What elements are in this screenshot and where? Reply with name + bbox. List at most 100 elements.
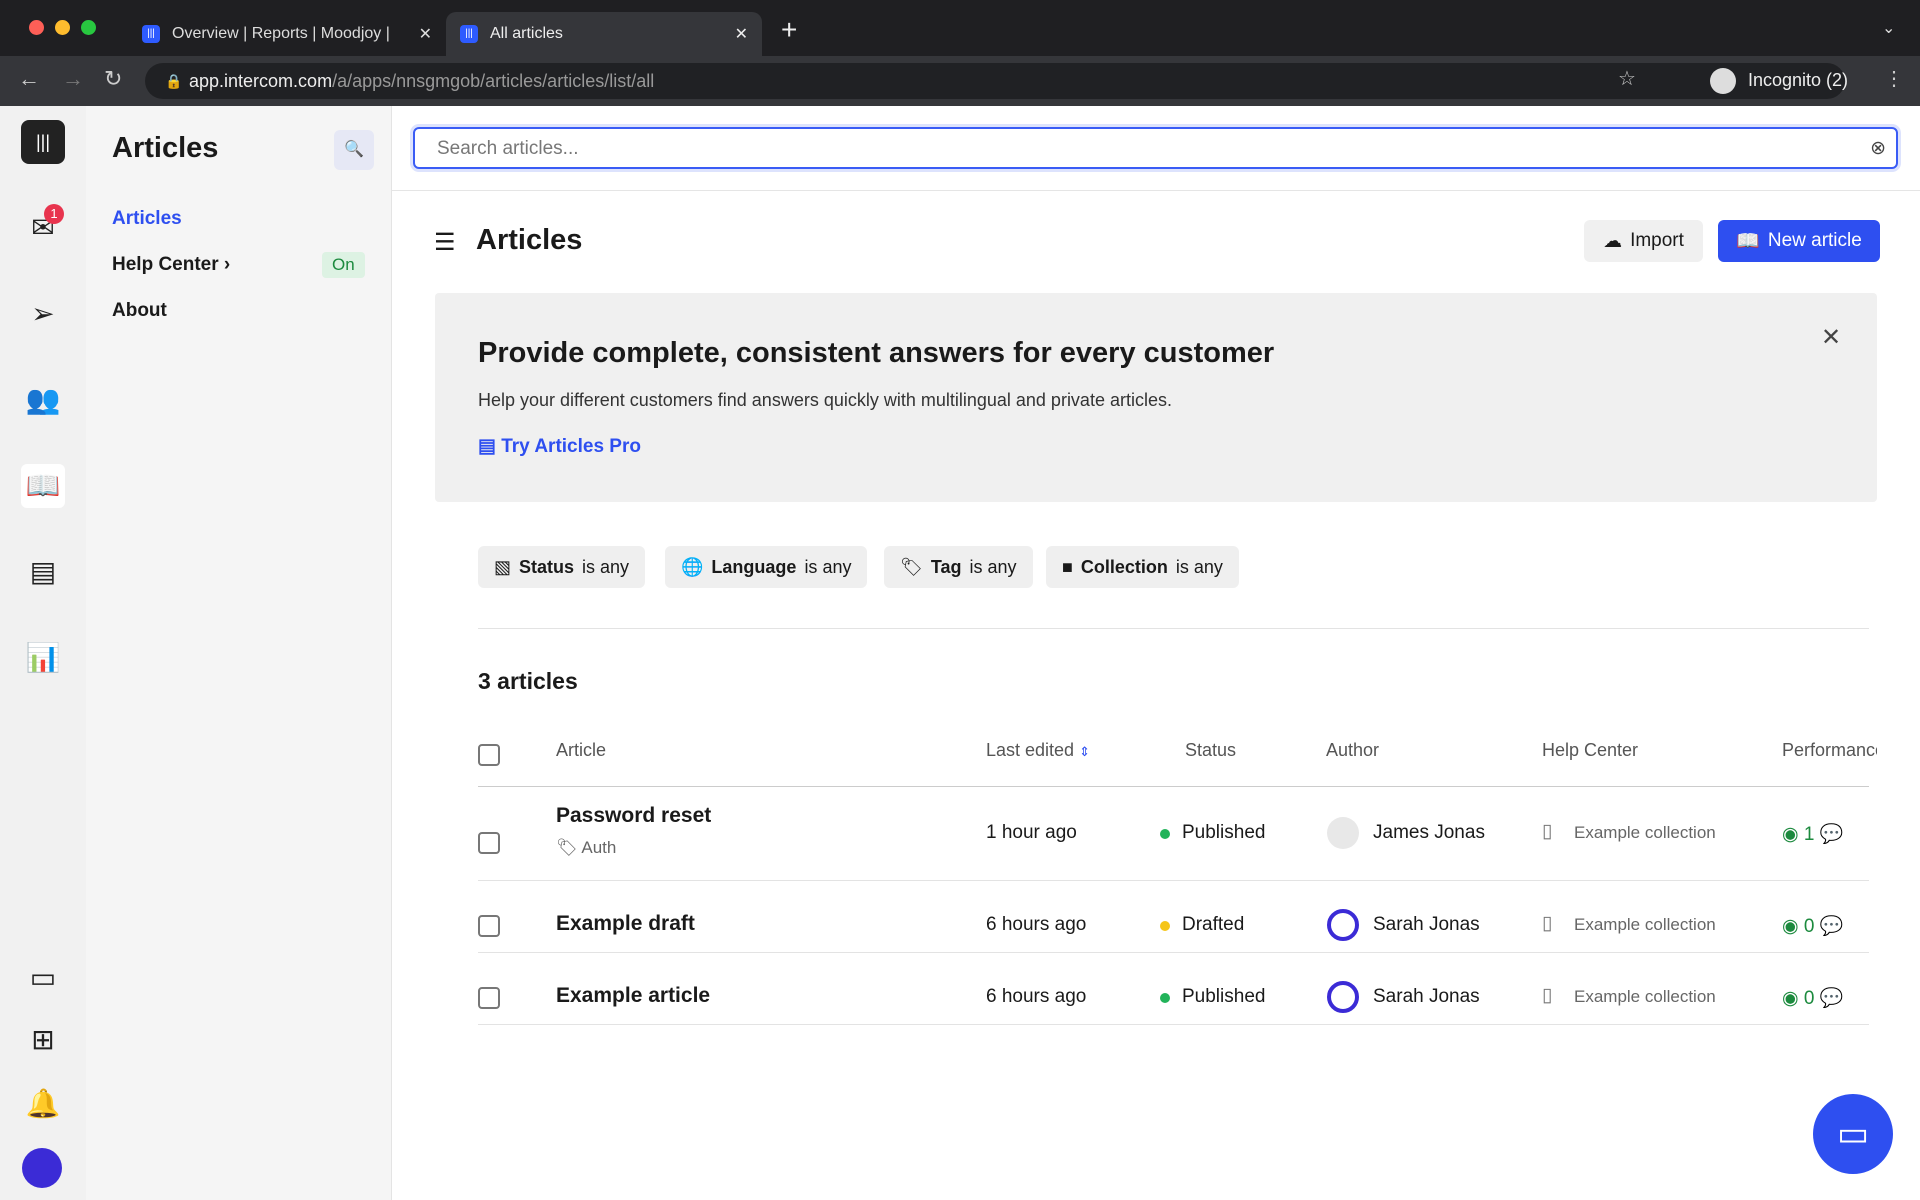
intercom-logo-icon[interactable]: |||	[21, 120, 65, 164]
profile-label[interactable]: Incognito (2)	[1748, 70, 1848, 91]
apps-icon[interactable]: ⊞	[21, 1018, 65, 1062]
bell-icon[interactable]: 🔔	[21, 1082, 65, 1126]
lock-icon: 🔒	[165, 73, 183, 89]
incognito-icon	[1710, 68, 1736, 94]
globe-icon: 🌐	[681, 556, 704, 577]
last-edited: 6 hours ago	[986, 986, 1087, 1007]
articles-book-icon[interactable]: 📖	[21, 464, 65, 508]
column-header-article[interactable]: Article	[556, 740, 606, 761]
collection-bookmark-icon: ▯	[1542, 913, 1553, 934]
tab-title: All articles	[490, 25, 563, 42]
eye-icon: ◉	[1782, 824, 1799, 845]
menu-icon[interactable]: ⋮	[1884, 66, 1904, 91]
filter-cond: is any	[969, 556, 1017, 577]
close-tab-icon[interactable]: ✕	[419, 24, 432, 44]
new-article-button[interactable]: 📖 New article	[1718, 220, 1880, 262]
article-title[interactable]: Password reset	[556, 804, 711, 828]
divider	[478, 1024, 1869, 1025]
new-tab-icon[interactable]: +	[781, 14, 797, 46]
column-header-help-center: Help Center	[1542, 740, 1639, 760]
reload-icon[interactable]: ↻	[104, 66, 122, 92]
browser-tab-active[interactable]: ||| All articles ✕	[446, 12, 762, 56]
url-path: /a/apps/nnsgmgob/articles/articles/list/…	[332, 71, 655, 91]
tag-icon: 🏷	[900, 556, 923, 577]
sidebar-item-label: Help Center	[112, 254, 219, 275]
article-title[interactable]: Example article	[556, 984, 710, 1008]
messenger-launcher-button[interactable]: ▭	[1813, 1094, 1893, 1174]
search-placeholder: Search articles...	[437, 138, 579, 159]
filter-name: Language	[711, 556, 797, 577]
close-window-button[interactable]	[29, 20, 44, 35]
try-articles-pro-link[interactable]: ▤ Try Articles Pro	[478, 435, 641, 458]
url-domain: app.intercom.com	[189, 71, 333, 91]
filter-tag[interactable]: 🏷 Tag is any	[884, 546, 1033, 588]
column-header-status: Status	[1185, 740, 1237, 760]
hamburger-icon[interactable]: ☰	[434, 228, 456, 257]
close-tab-icon[interactable]: ✕	[735, 24, 748, 44]
row-checkbox[interactable]	[478, 832, 500, 854]
table-row[interactable]: Password reset 🏷 Auth 1 hour ago Publish…	[392, 786, 1920, 880]
url-field[interactable]: 🔒 app.intercom.com/a/apps/nnsgmgob/articl…	[145, 63, 1845, 99]
status-label: Published	[1182, 986, 1266, 1007]
sidebar-item-about[interactable]: About	[112, 300, 167, 322]
author-avatar	[1327, 981, 1359, 1013]
banner-title: Provide complete, consistent answers for…	[478, 337, 1275, 369]
divider	[478, 628, 1869, 629]
conversation-icon: 💬	[1819, 988, 1844, 1009]
filter-language[interactable]: 🌐 Language is any	[665, 546, 868, 588]
reports-list-icon[interactable]: ▤	[21, 550, 65, 594]
article-title[interactable]: Example draft	[556, 912, 695, 936]
tab-list-chevron-icon[interactable]: ⌄	[1882, 18, 1895, 38]
browser-tab[interactable]: ||| Overview | Reports | Moodjoy | ✕	[128, 12, 446, 56]
clear-search-icon[interactable]: ⊗	[1870, 137, 1886, 160]
document-icon: ▤	[478, 436, 496, 457]
intercom-favicon-icon: |||	[142, 25, 160, 43]
row-checkbox[interactable]	[478, 987, 500, 1009]
address-bar-row: ← → ↻ 🔒 app.intercom.com/a/apps/nnsgmgob/…	[0, 56, 1920, 106]
author-avatar	[1327, 817, 1359, 849]
filter-name: Collection	[1080, 556, 1168, 577]
table-row[interactable]: Example draft 6 hours ago Drafted Sarah …	[392, 880, 1920, 952]
status-dot	[1160, 829, 1170, 839]
page-title: Articles	[476, 224, 583, 256]
tab-title: Overview | Reports | Moodjoy |	[172, 25, 390, 42]
collection-icon: ■	[1062, 556, 1073, 577]
row-checkbox[interactable]	[478, 915, 500, 937]
filter-collection[interactable]: ■ Collection is any	[1046, 546, 1239, 588]
filter-cond: is any	[804, 556, 852, 577]
back-icon[interactable]: ←	[18, 66, 40, 92]
contacts-icon[interactable]: 👥	[21, 378, 65, 422]
author-name: Sarah Jonas	[1373, 914, 1480, 935]
filter-status[interactable]: ▧ Status is any	[478, 546, 646, 588]
collection-name: Example collection	[1574, 915, 1716, 934]
upload-cloud-icon: ☁	[1603, 230, 1623, 252]
column-header-last-edited[interactable]: Last edited ⇕	[986, 740, 1090, 761]
user-avatar[interactable]	[22, 1148, 62, 1188]
import-button[interactable]: ☁ Import	[1584, 220, 1703, 262]
new-article-label: New article	[1767, 230, 1862, 251]
maximize-window-button[interactable]	[81, 20, 96, 35]
views-stat: ◉ 0 💬	[1782, 986, 1843, 1010]
table-row[interactable]: Example article 6 hours ago Published Sa…	[392, 952, 1920, 1024]
messenger-icon[interactable]: ▭	[21, 956, 65, 1000]
inbox-badge: 1	[44, 204, 64, 224]
app-icon-rail: ||| ✉ 1 ➢ 👥 📖 ▤ 📊 ▭ ⊞ 🔔	[0, 106, 86, 1200]
close-banner-icon[interactable]: ✕	[1821, 323, 1841, 352]
outbound-icon[interactable]: ➢	[21, 292, 65, 336]
collection-bookmark-icon: ▯	[1542, 821, 1553, 842]
forward-icon[interactable]: →	[62, 66, 84, 92]
star-icon[interactable]: ☆	[1618, 66, 1636, 91]
select-all-checkbox[interactable]	[478, 744, 500, 766]
book-icon: 📖	[1736, 231, 1760, 252]
eye-icon: ◉	[1782, 988, 1799, 1009]
chart-icon[interactable]: 📊	[21, 636, 65, 680]
views-count: 0	[1803, 988, 1815, 1009]
sidebar-item-articles[interactable]: Articles	[112, 208, 182, 230]
divider	[392, 190, 1920, 191]
sidebar-item-help-center[interactable]: Help Center ›	[112, 254, 230, 276]
search-input[interactable]: Search articles... ⊗	[413, 127, 1898, 169]
header-label: Last edited	[986, 740, 1075, 760]
minimize-window-button[interactable]	[55, 20, 70, 35]
article-tag: 🏷 Auth	[556, 838, 616, 858]
search-button[interactable]: 🔍	[334, 130, 374, 170]
